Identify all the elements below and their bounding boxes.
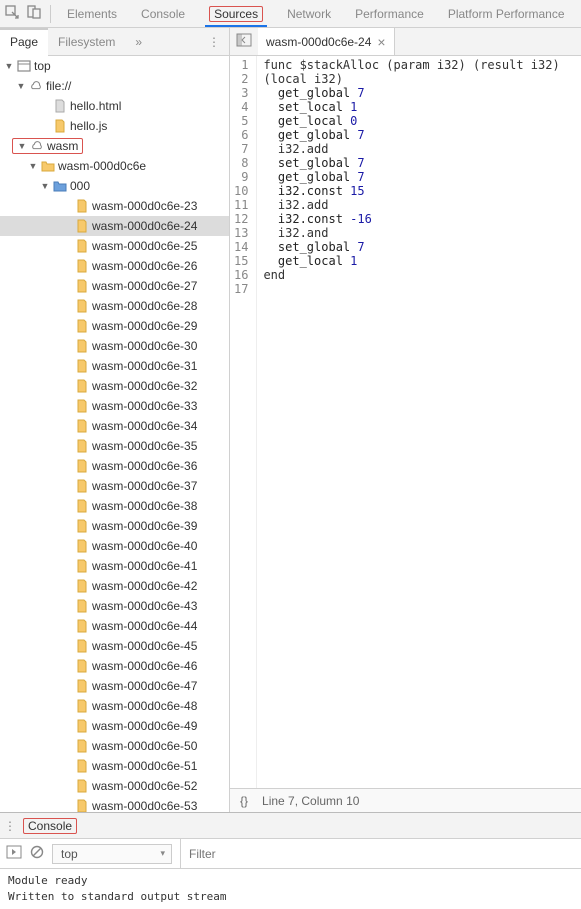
navigator-tabs: Page Filesystem » ⋮ (0, 28, 230, 55)
tree-item-wasm-000d0c6e-23[interactable]: wasm-000d0c6e-23 (0, 196, 229, 216)
tree-item-wasm-000d0c6e-30[interactable]: wasm-000d0c6e-30 (0, 336, 229, 356)
tree-item-wasm-000d0c6e-50[interactable]: wasm-000d0c6e-50 (0, 736, 229, 756)
console-message: Written to standard output stream (8, 889, 573, 905)
nav-menu-icon[interactable]: ⋮ (200, 35, 229, 49)
tab-performance[interactable]: Performance (343, 0, 436, 27)
file-navigator[interactable]: ▼top▼file://hello.htmlhello.js▼wasm▼wasm… (0, 56, 230, 812)
sources-secondary-bar: Page Filesystem » ⋮ wasm-000d0c6e-24 × (0, 28, 581, 56)
tree-item-wasm-000d0c6e-52[interactable]: wasm-000d0c6e-52 (0, 776, 229, 796)
toggle-navigator-icon[interactable] (230, 33, 258, 50)
tab-network[interactable]: Network (275, 0, 343, 27)
nav-tab-page[interactable]: Page (0, 28, 48, 55)
drawer-tabs: ⋮ Console (0, 813, 581, 839)
nav-tab-more[interactable]: » (125, 28, 152, 55)
show-sidebar-icon[interactable] (6, 845, 22, 862)
tree-item-wasm-000d0c6e-45[interactable]: wasm-000d0c6e-45 (0, 636, 229, 656)
tree-item-wasm-000d0c6e-42[interactable]: wasm-000d0c6e-42 (0, 576, 229, 596)
top-tabs: Elements Console Sources Network Perform… (55, 0, 577, 27)
tree-item-wasm-000d0c6e-27[interactable]: wasm-000d0c6e-27 (0, 276, 229, 296)
tree-hello-html[interactable]: hello.html (0, 96, 229, 116)
tree-item-wasm-000d0c6e-29[interactable]: wasm-000d0c6e-29 (0, 316, 229, 336)
editor-status-bar: {} Line 7, Column 10 (230, 788, 581, 812)
tree-item-wasm-000d0c6e-49[interactable]: wasm-000d0c6e-49 (0, 716, 229, 736)
pretty-print-icon[interactable]: {} (240, 794, 248, 808)
cursor-position: Line 7, Column 10 (262, 794, 359, 808)
tab-elements[interactable]: Elements (55, 0, 129, 27)
tree-item-wasm-000d0c6e-32[interactable]: wasm-000d0c6e-32 (0, 376, 229, 396)
line-gutter: 1234567891011121314151617 (230, 56, 257, 788)
tab-sources[interactable]: Sources (197, 0, 275, 27)
tree-item-wasm-000d0c6e-48[interactable]: wasm-000d0c6e-48 (0, 696, 229, 716)
main-split: ▼top▼file://hello.htmlhello.js▼wasm▼wasm… (0, 56, 581, 812)
file-tab-name: wasm-000d0c6e-24 (266, 35, 371, 49)
console-toolbar: top (0, 839, 581, 869)
drawer-menu-icon[interactable]: ⋮ (4, 819, 17, 833)
tree-wasm[interactable]: ▼wasm (0, 136, 229, 156)
open-file-tab[interactable]: wasm-000d0c6e-24 × (258, 28, 395, 55)
tree-item-wasm-000d0c6e-41[interactable]: wasm-000d0c6e-41 (0, 556, 229, 576)
tree-item-wasm-000d0c6e-35[interactable]: wasm-000d0c6e-35 (0, 436, 229, 456)
editor-tabs-bar: wasm-000d0c6e-24 × (230, 28, 581, 55)
tree-item-wasm-000d0c6e-51[interactable]: wasm-000d0c6e-51 (0, 756, 229, 776)
console-filter-input[interactable] (180, 839, 575, 868)
tree-wasm-root[interactable]: ▼wasm-000d0c6e (0, 156, 229, 176)
tree-item-wasm-000d0c6e-39[interactable]: wasm-000d0c6e-39 (0, 516, 229, 536)
tree-top[interactable]: ▼top (0, 56, 229, 76)
clear-console-icon[interactable] (30, 845, 44, 862)
top-icons (0, 4, 46, 23)
drawer-tab-console[interactable]: Console (23, 818, 77, 834)
nav-tab-filesystem[interactable]: Filesystem (48, 28, 125, 55)
editor-pane: 1234567891011121314151617 func $stackAll… (230, 56, 581, 812)
code-area[interactable]: 1234567891011121314151617 func $stackAll… (230, 56, 581, 788)
tree-item-wasm-000d0c6e-31[interactable]: wasm-000d0c6e-31 (0, 356, 229, 376)
tree-item-wasm-000d0c6e-34[interactable]: wasm-000d0c6e-34 (0, 416, 229, 436)
tree-item-wasm-000d0c6e-25[interactable]: wasm-000d0c6e-25 (0, 236, 229, 256)
console-output[interactable]: Module readyWritten to standard output s… (0, 869, 581, 909)
tree-item-wasm-000d0c6e-33[interactable]: wasm-000d0c6e-33 (0, 396, 229, 416)
tree-item-wasm-000d0c6e-26[interactable]: wasm-000d0c6e-26 (0, 256, 229, 276)
inspect-icon[interactable] (4, 4, 20, 23)
tree-item-wasm-000d0c6e-47[interactable]: wasm-000d0c6e-47 (0, 676, 229, 696)
tab-platform-performance[interactable]: Platform Performance (436, 0, 577, 27)
tree-folder-000[interactable]: ▼000 (0, 176, 229, 196)
separator (50, 5, 51, 23)
tree-item-wasm-000d0c6e-36[interactable]: wasm-000d0c6e-36 (0, 456, 229, 476)
tree-item-wasm-000d0c6e-46[interactable]: wasm-000d0c6e-46 (0, 656, 229, 676)
tree-item-wasm-000d0c6e-24[interactable]: wasm-000d0c6e-24 (0, 216, 229, 236)
tree-item-wasm-000d0c6e-43[interactable]: wasm-000d0c6e-43 (0, 596, 229, 616)
tree-item-wasm-000d0c6e-44[interactable]: wasm-000d0c6e-44 (0, 616, 229, 636)
tree-item-wasm-000d0c6e-40[interactable]: wasm-000d0c6e-40 (0, 536, 229, 556)
devtools-top-bar: Elements Console Sources Network Perform… (0, 0, 581, 28)
tree-item-wasm-000d0c6e-53[interactable]: wasm-000d0c6e-53 (0, 796, 229, 812)
close-tab-icon[interactable]: × (377, 34, 385, 50)
console-message: Module ready (8, 873, 573, 889)
tree-hello-js[interactable]: hello.js (0, 116, 229, 136)
tree-item-wasm-000d0c6e-38[interactable]: wasm-000d0c6e-38 (0, 496, 229, 516)
tree-file-scheme[interactable]: ▼file:// (0, 76, 229, 96)
code-content[interactable]: func $stackAlloc (param i32) (result i32… (257, 56, 565, 788)
tab-console[interactable]: Console (129, 0, 197, 27)
context-selector[interactable]: top (52, 844, 172, 864)
device-toggle-icon[interactable] (26, 4, 42, 23)
tree-item-wasm-000d0c6e-37[interactable]: wasm-000d0c6e-37 (0, 476, 229, 496)
tree-item-wasm-000d0c6e-28[interactable]: wasm-000d0c6e-28 (0, 296, 229, 316)
console-drawer: ⋮ Console top Module readyWritten to sta… (0, 812, 581, 909)
